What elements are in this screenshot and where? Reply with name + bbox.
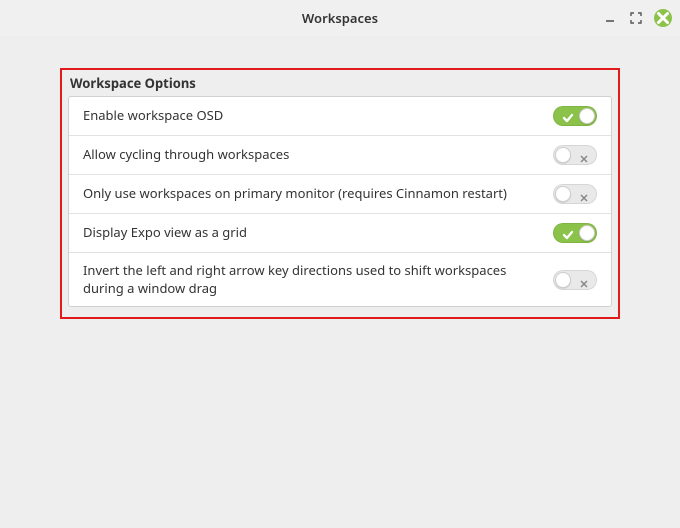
content-area: Workspace Options Enable workspace OSD A…	[0, 36, 680, 319]
workspace-options-panel: Enable workspace OSD Allow cycling throu…	[68, 96, 612, 307]
toggle-cycling[interactable]	[553, 145, 597, 165]
toggle-invert-arrows[interactable]	[553, 270, 597, 290]
panel-title: Workspace Options	[68, 74, 612, 96]
option-row-enable-osd: Enable workspace OSD	[69, 97, 611, 135]
toggle-knob	[579, 108, 595, 124]
toggle-knob	[579, 225, 595, 241]
toggle-enable-osd[interactable]	[553, 106, 597, 126]
x-icon	[579, 150, 589, 160]
window-controls	[602, 0, 672, 36]
toggle-knob	[555, 147, 571, 163]
option-label: Enable workspace OSD	[83, 107, 553, 125]
x-icon	[579, 275, 589, 285]
close-icon	[654, 9, 672, 27]
option-row-invert-arrows: Invert the left and right arrow key dire…	[69, 252, 611, 306]
option-row-primary-monitor: Only use workspaces on primary monitor (…	[69, 174, 611, 213]
titlebar: Workspaces	[0, 0, 680, 36]
toggle-primary-monitor[interactable]	[553, 184, 597, 204]
toggle-knob	[555, 186, 571, 202]
close-button[interactable]	[654, 9, 672, 27]
option-row-expo-grid: Display Expo view as a grid	[69, 213, 611, 252]
option-row-cycling: Allow cycling through workspaces	[69, 135, 611, 174]
option-label: Allow cycling through workspaces	[83, 146, 553, 164]
option-label: Only use workspaces on primary monitor (…	[83, 185, 553, 203]
check-icon	[562, 227, 574, 239]
maximize-icon	[629, 11, 643, 25]
window-title: Workspaces	[0, 9, 680, 27]
workspace-options-highlight: Workspace Options Enable workspace OSD A…	[60, 68, 620, 319]
option-label: Invert the left and right arrow key dire…	[83, 262, 553, 297]
minimize-button[interactable]	[602, 10, 618, 26]
toggle-expo-grid[interactable]	[553, 223, 597, 243]
minimize-icon	[603, 11, 617, 25]
check-icon	[562, 110, 574, 122]
toggle-knob	[555, 272, 571, 288]
maximize-button[interactable]	[628, 10, 644, 26]
option-label: Display Expo view as a grid	[83, 224, 553, 242]
x-icon	[579, 189, 589, 199]
